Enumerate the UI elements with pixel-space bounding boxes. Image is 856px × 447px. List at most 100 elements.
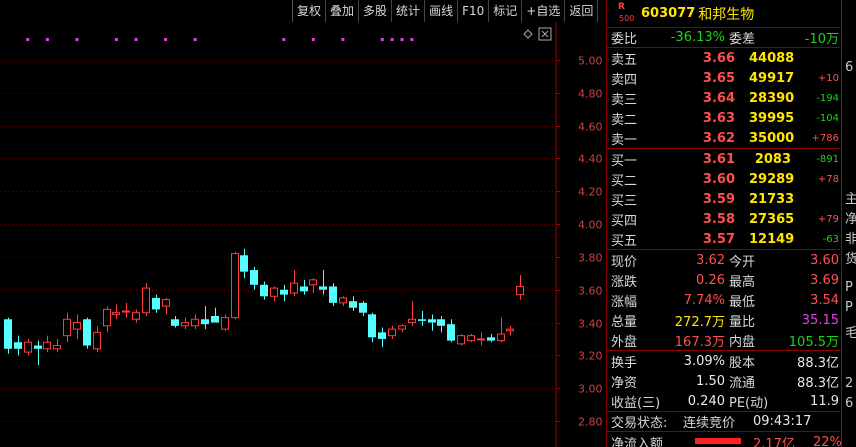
bid-volume: 21733 xyxy=(749,191,795,207)
ask-price: 3.66 xyxy=(702,50,735,66)
candle-body-down xyxy=(378,332,386,339)
candle-body-up xyxy=(142,287,150,314)
edge-char: 净 xyxy=(845,212,856,227)
stat-row: 净资 1.50 流通 88.3亿 xyxy=(607,371,840,391)
stat-value: 1.50 xyxy=(696,373,725,389)
candle-body-up xyxy=(43,341,51,350)
close-icon-cross xyxy=(541,30,549,38)
kline-chart[interactable]: 5.00 4.80 4.60 4.40 4.20 4.00 3.80 3.60 3.40 3.20… xyxy=(0,0,606,447)
draw-line-button[interactable]: 画线 xyxy=(424,0,459,22)
ask-volume: 35000 xyxy=(749,130,795,146)
candle-body-down xyxy=(368,314,376,338)
edge-char: 非 xyxy=(845,232,856,247)
quote-value: 105.5万 xyxy=(788,334,839,350)
candle-body-up xyxy=(477,338,485,341)
candle-body-up xyxy=(93,331,101,350)
ask-label: 卖三 xyxy=(611,92,638,108)
candle-body-down xyxy=(418,319,426,321)
candle-body-up xyxy=(467,335,475,342)
candle-body-down xyxy=(349,301,357,308)
price-tick-label: 3.20 xyxy=(578,350,603,363)
candle-body-up xyxy=(309,279,317,286)
quote-label: 外盘 xyxy=(611,334,638,350)
bid-change: -891 xyxy=(816,153,839,165)
stat-label: 换手 xyxy=(611,355,638,371)
side-panel-edge: 6 主 净 非 货 P P 毛 2 6 xyxy=(841,0,856,447)
signal-marker xyxy=(341,38,345,41)
weibi-value: -36.13% xyxy=(670,30,725,45)
quote-label: 量比 xyxy=(729,314,756,330)
quote-row: 涨跌 0.26 最高 3.69 xyxy=(607,270,840,290)
edge-char: P xyxy=(845,300,853,315)
ask-label: 卖五 xyxy=(611,52,638,68)
fundamental-stats: 换手 3.09% 股本 88.3亿 净资 1.50 流通 88.3亿 收益(三) 0.240 P… xyxy=(607,351,840,412)
bid-levels: 买一 3.61 2083 -891 买二 3.60 29289 +78 买三 3.59 2173… xyxy=(607,149,840,250)
stock-header: R 500 603077 和邦生物 xyxy=(607,0,840,28)
signal-marker xyxy=(193,38,197,41)
candle-body-down xyxy=(83,319,91,346)
price-tick-label: 2.80 xyxy=(578,416,603,429)
edge-char: 6 xyxy=(845,60,854,75)
restore-rights-button[interactable]: 复权 xyxy=(292,0,327,22)
r-badge: R 500 xyxy=(607,0,641,28)
candle-body-up xyxy=(290,282,298,294)
candle-body-up xyxy=(103,308,111,327)
price-tick-label: 3.80 xyxy=(578,252,603,265)
stat-label: PE(动) xyxy=(729,395,769,411)
statistics-button[interactable]: 统计 xyxy=(391,0,426,22)
quote-value: 272.7万 xyxy=(674,314,725,330)
signal-marker xyxy=(164,38,168,41)
price-tick-label: 3.40 xyxy=(578,318,603,331)
bid-label: 买三 xyxy=(611,193,638,209)
price-tick-label: 3.00 xyxy=(578,383,603,396)
candle-body-down xyxy=(171,319,179,326)
back-button[interactable]: 返回 xyxy=(564,0,599,22)
f10-button[interactable]: F10 xyxy=(457,0,490,22)
candle-body-up xyxy=(497,333,505,342)
candle-body-up xyxy=(398,325,406,330)
quote-value: 3.69 xyxy=(810,272,839,288)
ask-change: -104 xyxy=(816,112,839,124)
bid-label: 买二 xyxy=(611,173,638,189)
quote-label: 涨跌 xyxy=(611,274,638,290)
candle-body-up xyxy=(221,317,229,330)
weibi-row: 委比 -36.13% 委差 -10万 xyxy=(607,28,840,48)
signal-marker xyxy=(45,38,49,41)
ask-row: 卖三 3.64 28390 -194 xyxy=(607,88,840,108)
multi-stock-button[interactable]: 多股 xyxy=(358,0,393,22)
ask-label: 卖一 xyxy=(611,132,638,148)
candle-body-down xyxy=(437,319,445,326)
quote-label: 总量 xyxy=(611,314,638,330)
mark-button[interactable]: 标记 xyxy=(488,0,523,22)
ask-row: 卖五 3.66 44088 xyxy=(607,48,840,68)
signal-marker xyxy=(400,38,404,41)
bid-label: 买一 xyxy=(611,153,638,169)
stat-value: 88.3亿 xyxy=(797,375,839,391)
ask-change: +786 xyxy=(811,132,839,144)
bid-row: 买一 3.61 2083 -891 xyxy=(607,149,840,169)
bid-volume: 29289 xyxy=(749,171,795,187)
signal-marker xyxy=(282,38,286,41)
candle-body-up xyxy=(112,312,120,315)
price-tick-label: 4.40 xyxy=(578,153,603,166)
bid-volume: 2083 xyxy=(754,151,791,167)
quote-value: 7.74% xyxy=(683,292,725,308)
trade-status-time: 09:43:17 xyxy=(753,414,812,429)
stock-name: 和邦生物 xyxy=(698,6,755,23)
candle-body-up xyxy=(122,310,130,313)
quote-row: 外盘 167.3万 内盘 105.5万 xyxy=(607,330,840,350)
quote-label: 内盘 xyxy=(729,334,756,350)
overlay-button[interactable]: 叠加 xyxy=(325,0,360,22)
bid-price: 3.61 xyxy=(702,151,735,167)
candle-body-down xyxy=(280,289,288,295)
weibi-label: 委比 xyxy=(611,32,638,47)
net-inflow-row: 净流入额 2.17亿 22% xyxy=(607,432,842,447)
r-badge-letter: R xyxy=(618,1,625,12)
signal-marker xyxy=(380,38,384,41)
add-watchlist-button[interactable]: +自选 xyxy=(521,0,566,22)
signal-marker xyxy=(390,38,394,41)
quote-value: 167.3万 xyxy=(674,334,725,350)
candle-body-down xyxy=(300,286,308,292)
stat-value: 3.09% xyxy=(683,353,725,369)
ask-volume: 49917 xyxy=(749,70,795,86)
